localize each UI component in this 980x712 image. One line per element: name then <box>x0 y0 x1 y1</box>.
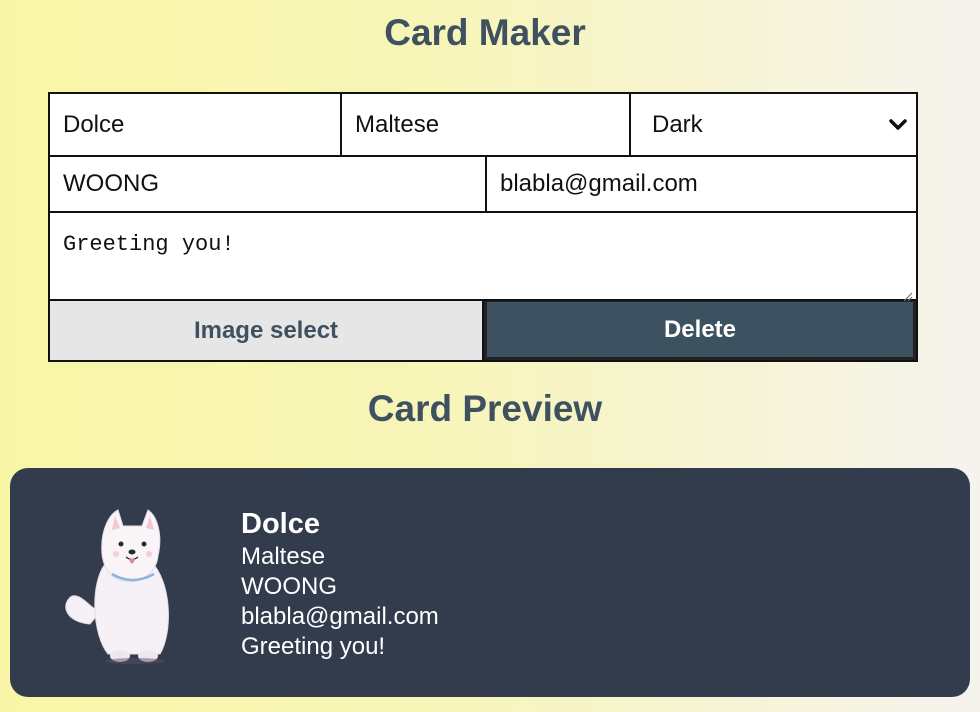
editor-row-1: Dolce Maltese Dark <box>50 94 916 157</box>
card-company: Maltese <box>241 543 326 570</box>
card-preview-title: Card Preview <box>367 388 603 429</box>
theme-select-value: Dark <box>652 110 703 138</box>
card-info: Dolce Maltese WOONG blabla@gmail.com Gre… <box>241 506 439 662</box>
company-input[interactable]: Maltese <box>340 94 629 155</box>
card-name: Dolce <box>241 508 320 540</box>
editor-row-3: Greeting you! <box>50 213 916 302</box>
card-maker-title: Card Maker <box>384 12 586 53</box>
delete-button[interactable]: Delete <box>484 301 916 360</box>
editor-row-4: Image select Delete <box>50 301 916 360</box>
message-text: Greeting you! <box>63 232 235 257</box>
card-message: Greeting you! <box>241 633 386 660</box>
name-input[interactable]: Dolce <box>50 94 340 155</box>
title-input[interactable]: WOONG <box>50 157 485 211</box>
editor-row-2: WOONG blabla@gmail.com <box>50 157 916 213</box>
preview-card: Dolce Maltese WOONG blabla@gmail.com Gre… <box>10 468 970 697</box>
chevron-down-icon <box>888 115 908 135</box>
theme-select[interactable]: Dark <box>629 94 916 155</box>
image-select-button[interactable]: Image select <box>50 301 484 360</box>
samoyed-dog-avatar-icon <box>60 504 195 664</box>
resize-handle-icon[interactable] <box>901 284 913 302</box>
card-email: blabla@gmail.com <box>241 603 439 630</box>
card-editor-form: Dolce Maltese Dark WOONG blabla@gmail.co… <box>48 92 918 362</box>
email-input[interactable]: blabla@gmail.com <box>485 157 916 211</box>
card-title: WOONG <box>241 573 337 600</box>
message-textarea[interactable]: Greeting you! <box>50 213 916 302</box>
